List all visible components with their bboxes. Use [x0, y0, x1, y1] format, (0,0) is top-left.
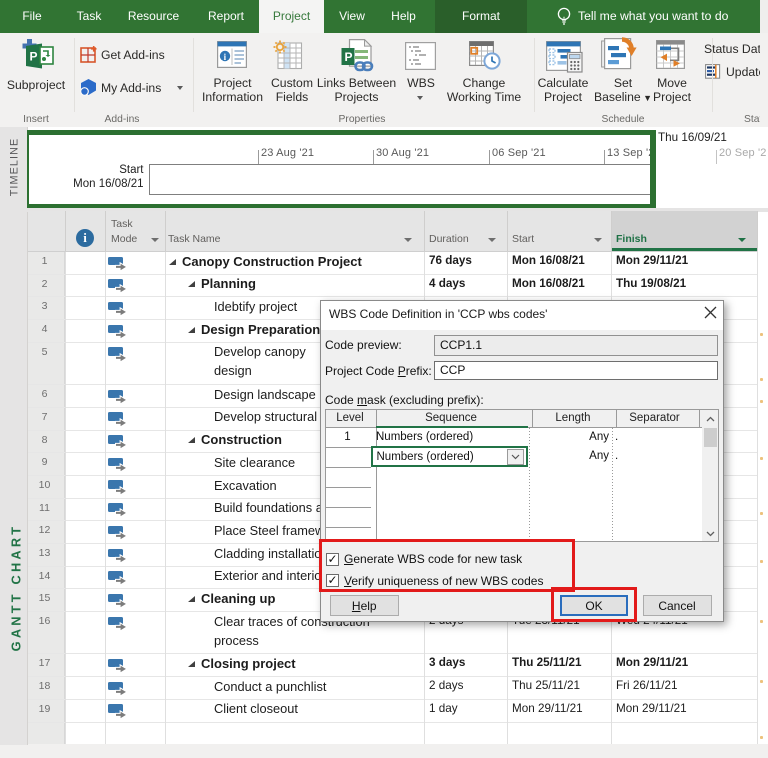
svg-text:P: P — [30, 50, 38, 64]
svg-text:P: P — [345, 50, 353, 64]
